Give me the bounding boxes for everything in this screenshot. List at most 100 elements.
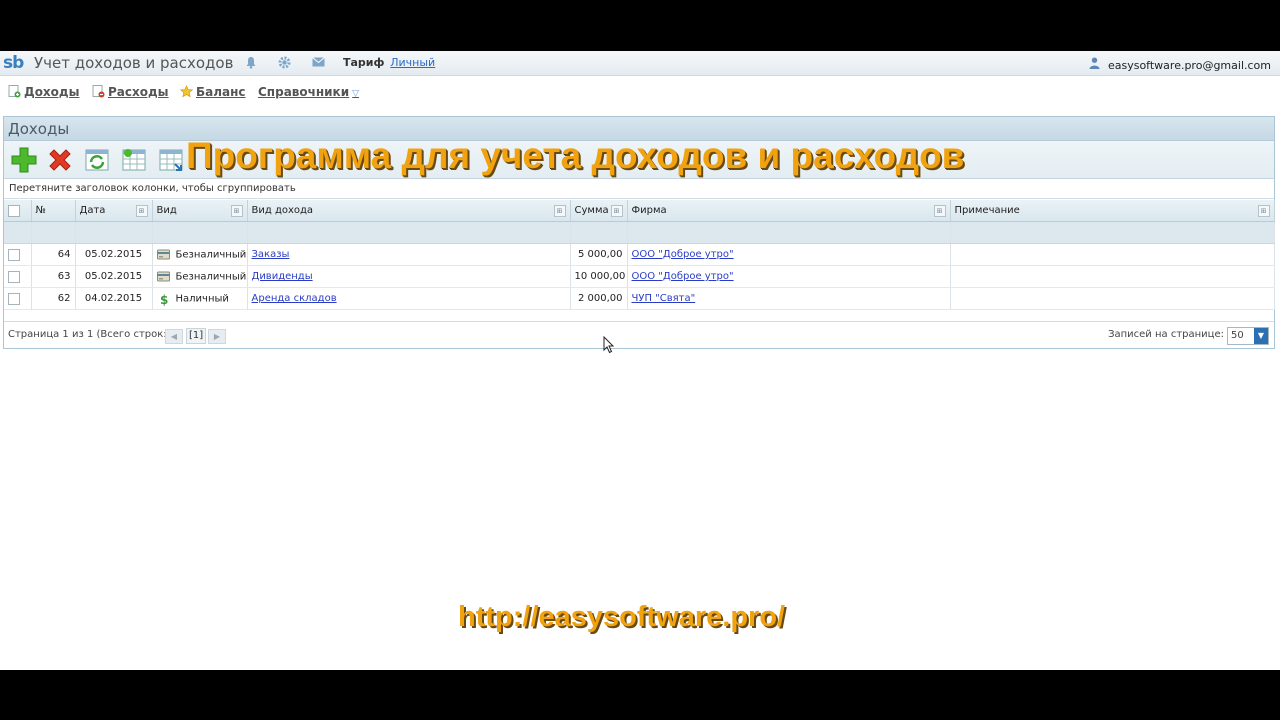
group-hint: Перетяните заголовок колонки, чтобы сгру… xyxy=(4,179,1274,199)
mail-icon[interactable] xyxy=(311,56,325,70)
cell-kind: Безналичный xyxy=(152,265,248,288)
cell-income-type: Заказы xyxy=(247,243,571,266)
settings-grid-icon[interactable] xyxy=(120,146,148,174)
cell-note xyxy=(950,287,1275,310)
chevron-down-icon[interactable]: ▼ xyxy=(1254,328,1268,344)
toolbar: Программа для учета доходов и расходов xyxy=(4,135,1274,179)
cell-income-type: Дивиденды xyxy=(247,265,571,288)
menu-item-references[interactable]: Справочники ▽ xyxy=(258,85,359,99)
cell-firm: ЧУП "Свята" xyxy=(627,287,951,310)
delete-icon[interactable] xyxy=(46,146,74,174)
page-size-select[interactable]: 50 ▼ xyxy=(1227,327,1269,345)
next-page-icon[interactable]: ▶ xyxy=(208,329,226,344)
user-email: easysoftware.pro@gmail.com xyxy=(1107,59,1271,72)
row-checkbox[interactable] xyxy=(4,265,32,288)
cell-firm: ООО "Доброе утро" xyxy=(627,243,951,266)
menu-label: Справочники xyxy=(258,85,350,99)
income-type-link[interactable]: Аренда складов xyxy=(252,293,337,304)
column-header-firm[interactable]: Фирма ⊞ xyxy=(627,200,951,222)
table-row[interactable]: 63 05.02.2015 Безналичный Дивиденды 10 0… xyxy=(4,265,1275,288)
cell-num: 64 xyxy=(31,243,76,266)
cell-note xyxy=(950,243,1275,266)
column-header-kind[interactable]: Вид ⊞ xyxy=(152,200,248,222)
menu-label: Расходы xyxy=(108,85,169,99)
firm-link[interactable]: ЧУП "Свята" xyxy=(632,293,696,304)
card-icon xyxy=(156,271,170,282)
cell-kind: Безналичный xyxy=(152,243,248,266)
menu-item-balance[interactable]: Баланс xyxy=(179,85,246,99)
cell-sum: 5 000,00 xyxy=(570,243,628,266)
income-panel: Доходы Программа для учета доходов и рас… xyxy=(3,116,1275,349)
user-menu[interactable]: easysoftware.pro@gmail.com xyxy=(1089,57,1271,72)
card-icon xyxy=(156,249,170,260)
panel-title: Доходы xyxy=(8,120,70,138)
filter-icon[interactable]: ⊞ xyxy=(230,205,243,217)
tarif-label: Тариф xyxy=(343,56,385,69)
website-url: http://easysoftware.pro/ xyxy=(458,601,786,633)
mouse-cursor-icon xyxy=(603,336,615,354)
filter-row[interactable] xyxy=(4,221,1275,244)
menu-label: Баланс xyxy=(196,85,246,99)
app-title: Учет доходов и расходов xyxy=(34,54,234,72)
filter-icon[interactable]: ⊞ xyxy=(933,205,946,217)
cell-date: 05.02.2015 xyxy=(75,265,153,288)
cell-note xyxy=(950,265,1275,288)
filter-icon[interactable]: ⊞ xyxy=(135,205,148,217)
page-size-value: 50 xyxy=(1231,330,1244,341)
expense-doc-icon xyxy=(92,85,105,98)
filter-icon[interactable]: ⊞ xyxy=(1257,205,1270,217)
gear-icon[interactable] xyxy=(277,56,291,70)
pager-info: Страница 1 из 1 (Всего строк: 3) xyxy=(8,329,181,340)
star-icon xyxy=(179,85,194,98)
cell-firm: ООО "Доброе утро" xyxy=(627,265,951,288)
cell-kind: $ Наличный xyxy=(152,287,248,310)
overlay-title: Программа для учета доходов и расходов xyxy=(186,135,965,176)
column-header-num[interactable]: № xyxy=(31,200,76,222)
tarif-link[interactable]: Личный xyxy=(390,56,435,69)
column-header-note[interactable]: Примечание ⊞ xyxy=(950,200,1275,222)
bell-icon[interactable] xyxy=(244,56,258,70)
add-icon[interactable] xyxy=(10,146,38,174)
income-table: № Дата ⊞ Вид ⊞ Вид дохода ⊞ Сумма ⊞ Фирма ⊞ П… xyxy=(4,200,1275,310)
table-row[interactable]: 64 05.02.2015 Безналичный Заказы 5 000,0… xyxy=(4,243,1275,266)
select-all-checkbox[interactable] xyxy=(4,200,32,222)
menu-item-income[interactable]: Доходы xyxy=(8,85,79,99)
row-checkbox[interactable] xyxy=(4,243,32,266)
menu-label: Доходы xyxy=(24,85,80,99)
top-bar: sb Учет доходов и расходов Тариф Личный … xyxy=(0,51,1280,76)
current-page[interactable]: [1] xyxy=(186,328,207,344)
cell-sum: 10 000,00 xyxy=(570,265,628,288)
app-logo[interactable]: sb xyxy=(3,53,24,73)
cell-date: 05.02.2015 xyxy=(75,243,153,266)
table-header-row: № Дата ⊞ Вид ⊞ Вид дохода ⊞ Сумма ⊞ Фирма ⊞ П… xyxy=(4,200,1275,222)
chevron-down-icon: ▽ xyxy=(352,89,360,99)
cell-income-type: Аренда складов xyxy=(247,287,571,310)
column-header-date[interactable]: Дата ⊞ xyxy=(75,200,153,222)
filter-icon[interactable]: ⊞ xyxy=(610,205,623,217)
cell-sum: 2 000,00 xyxy=(570,287,628,310)
export-grid-icon[interactable] xyxy=(157,146,185,174)
row-checkbox[interactable] xyxy=(4,287,32,310)
table-row[interactable]: 62 04.02.2015 $ Наличный Аренда складов 2… xyxy=(4,287,1275,310)
svg-text:$: $ xyxy=(160,293,168,306)
refresh-icon[interactable] xyxy=(83,146,111,174)
menu-item-expense[interactable]: Расходы xyxy=(92,85,169,99)
dollar-icon: $ xyxy=(157,293,170,307)
column-header-income-type[interactable]: Вид дохода ⊞ xyxy=(247,200,571,222)
firm-link[interactable]: ООО "Доброе утро" xyxy=(632,249,734,260)
cell-num: 63 xyxy=(31,265,76,288)
tarif: Тариф Личный xyxy=(343,56,435,69)
column-header-sum[interactable]: Сумма ⊞ xyxy=(570,200,628,222)
income-type-link[interactable]: Дивиденды xyxy=(252,271,313,282)
income-doc-icon xyxy=(8,85,21,98)
cell-num: 62 xyxy=(31,287,76,310)
firm-link[interactable]: ООО "Доброе утро" xyxy=(632,271,734,282)
cell-date: 04.02.2015 xyxy=(75,287,153,310)
user-icon xyxy=(1089,57,1104,72)
page-size-label: Записей на странице: xyxy=(1108,329,1224,340)
income-type-link[interactable]: Заказы xyxy=(252,249,290,260)
filter-icon[interactable]: ⊞ xyxy=(553,205,566,217)
app-screen: sb Учет доходов и расходов Тариф Личный … xyxy=(0,51,1280,670)
prev-page-icon[interactable]: ◀ xyxy=(165,329,183,344)
pager: Страница 1 из 1 (Всего строк: 3) ◀ [1] ▶… xyxy=(4,321,1274,348)
